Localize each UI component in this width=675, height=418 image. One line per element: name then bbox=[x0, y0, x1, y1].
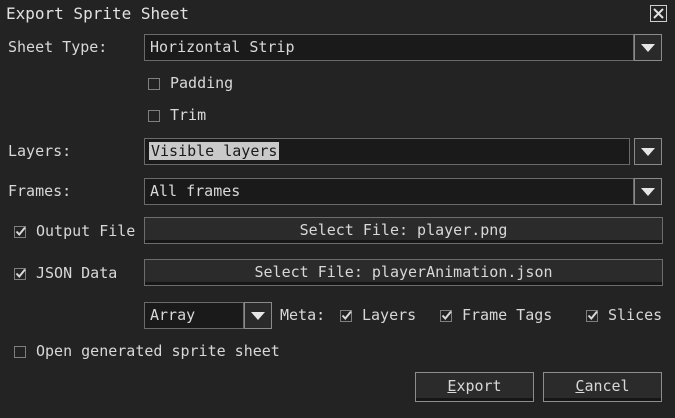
open-generated-label: Open generated sprite sheet bbox=[36, 342, 280, 360]
export-button[interactable]: Export bbox=[415, 372, 534, 402]
select-output-file-button-label: Select File: player.png bbox=[299, 221, 508, 239]
sheet-type-label: Sheet Type: bbox=[8, 38, 108, 56]
close-button[interactable] bbox=[650, 5, 667, 22]
meta-layers-checkbox[interactable] bbox=[340, 310, 352, 322]
close-icon bbox=[653, 8, 664, 19]
cancel-button-label: Cancel bbox=[575, 377, 630, 395]
trim-checkbox[interactable] bbox=[148, 110, 160, 122]
sheet-type-select[interactable]: Horizontal Strip bbox=[144, 34, 634, 61]
trim-label: Trim bbox=[170, 106, 207, 124]
layers-label: Layers: bbox=[8, 142, 72, 160]
select-output-file-button[interactable]: Select File: player.png bbox=[144, 217, 663, 244]
json-data-label: JSON Data bbox=[36, 264, 118, 282]
export-button-label: Export bbox=[447, 377, 502, 395]
meta-frame-tags-checkbox[interactable] bbox=[440, 310, 452, 322]
frames-select[interactable]: All frames bbox=[144, 178, 634, 205]
json-format-dropdown-button[interactable] bbox=[244, 302, 272, 329]
chevron-down-icon bbox=[641, 148, 655, 156]
chevron-down-icon bbox=[641, 188, 655, 196]
frames-label: Frames: bbox=[8, 182, 72, 200]
check-icon bbox=[441, 310, 452, 321]
sheet-type-dropdown-button[interactable] bbox=[634, 34, 662, 61]
output-file-checkbox[interactable] bbox=[14, 226, 26, 238]
padding-checkbox[interactable] bbox=[148, 78, 160, 90]
layers-select[interactable]: Visible layers bbox=[144, 138, 630, 165]
dialog-title: Export Sprite Sheet bbox=[6, 4, 190, 23]
open-generated-checkbox[interactable] bbox=[14, 346, 26, 358]
cancel-button[interactable]: Cancel bbox=[543, 372, 662, 402]
title-bar[interactable]: Export Sprite Sheet bbox=[0, 0, 675, 28]
chevron-down-icon bbox=[251, 312, 265, 320]
output-file-label: Output File bbox=[36, 222, 136, 240]
meta-label: Meta: bbox=[280, 306, 326, 324]
chevron-down-icon bbox=[641, 44, 655, 52]
check-icon bbox=[587, 310, 598, 321]
check-icon bbox=[15, 226, 26, 237]
sheet-type-value: Horizontal Strip bbox=[150, 38, 295, 56]
meta-slices-label: Slices bbox=[608, 306, 663, 324]
select-json-file-button[interactable]: Select File: playerAnimation.json bbox=[144, 259, 663, 286]
layers-dropdown-button[interactable] bbox=[634, 138, 662, 165]
padding-label: Padding bbox=[170, 74, 234, 92]
frames-dropdown-button[interactable] bbox=[634, 178, 662, 205]
json-data-checkbox[interactable] bbox=[14, 268, 26, 280]
meta-frame-tags-label: Frame Tags bbox=[462, 306, 553, 324]
json-format-value: Array bbox=[150, 306, 196, 324]
meta-slices-checkbox[interactable] bbox=[586, 310, 598, 322]
check-icon bbox=[341, 310, 352, 321]
meta-layers-label: Layers bbox=[362, 306, 417, 324]
check-icon bbox=[15, 268, 26, 279]
export-sprite-sheet-dialog: Export Sprite Sheet Sheet Type: Horizont… bbox=[0, 0, 675, 418]
frames-value: All frames bbox=[150, 182, 241, 200]
json-format-select[interactable]: Array bbox=[144, 302, 244, 329]
select-json-file-button-label: Select File: playerAnimation.json bbox=[254, 263, 553, 281]
layers-value: Visible layers bbox=[149, 142, 280, 160]
